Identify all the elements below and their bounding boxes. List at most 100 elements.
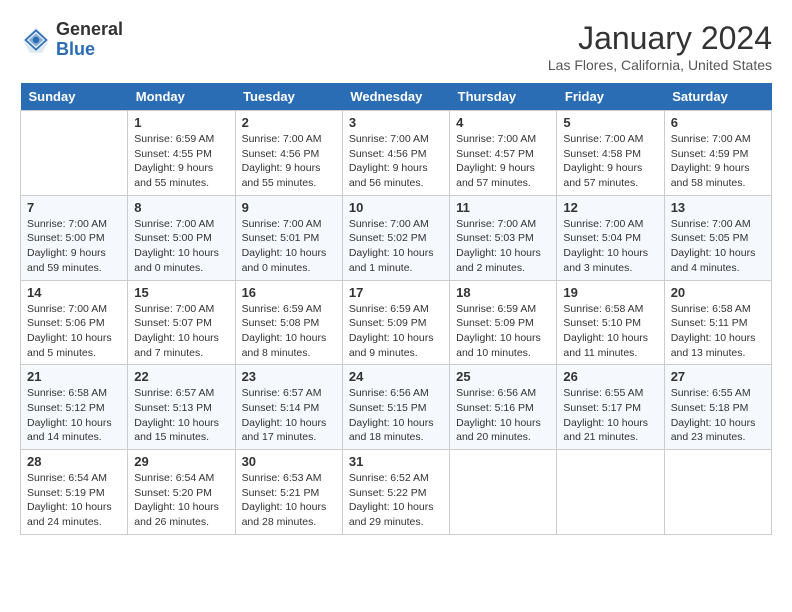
day-cell: [557, 450, 664, 535]
day-number: 29: [134, 454, 228, 469]
day-number: 18: [456, 285, 550, 300]
day-info: Sunrise: 6:59 AMSunset: 4:55 PMDaylight:…: [134, 132, 228, 191]
day-number: 25: [456, 369, 550, 384]
day-cell: 21 Sunrise: 6:58 AMSunset: 5:12 PMDaylig…: [21, 365, 128, 450]
day-info: Sunrise: 6:59 AMSunset: 5:08 PMDaylight:…: [242, 302, 336, 361]
day-cell: 3 Sunrise: 7:00 AMSunset: 4:56 PMDayligh…: [342, 111, 449, 196]
day-cell: 28 Sunrise: 6:54 AMSunset: 5:19 PMDaylig…: [21, 450, 128, 535]
day-number: 28: [27, 454, 121, 469]
day-number: 10: [349, 200, 443, 215]
day-info: Sunrise: 6:52 AMSunset: 5:22 PMDaylight:…: [349, 471, 443, 530]
day-info: Sunrise: 6:54 AMSunset: 5:20 PMDaylight:…: [134, 471, 228, 530]
week-row-1: 1 Sunrise: 6:59 AMSunset: 4:55 PMDayligh…: [21, 111, 772, 196]
day-cell: 7 Sunrise: 7:00 AMSunset: 5:00 PMDayligh…: [21, 195, 128, 280]
day-number: 24: [349, 369, 443, 384]
day-cell: 22 Sunrise: 6:57 AMSunset: 5:13 PMDaylig…: [128, 365, 235, 450]
logo-icon: [20, 24, 52, 56]
calendar-table: SundayMondayTuesdayWednesdayThursdayFrid…: [20, 83, 772, 535]
day-info: Sunrise: 6:54 AMSunset: 5:19 PMDaylight:…: [27, 471, 121, 530]
day-info: Sunrise: 7:00 AMSunset: 4:58 PMDaylight:…: [563, 132, 657, 191]
logo-text: General Blue: [56, 20, 123, 60]
day-cell: 17 Sunrise: 6:59 AMSunset: 5:09 PMDaylig…: [342, 280, 449, 365]
day-info: Sunrise: 7:00 AMSunset: 5:06 PMDaylight:…: [27, 302, 121, 361]
location: Las Flores, California, United States: [548, 57, 772, 73]
page-header: General Blue January 2024 Las Flores, Ca…: [20, 20, 772, 73]
day-info: Sunrise: 7:00 AMSunset: 5:00 PMDaylight:…: [134, 217, 228, 276]
day-info: Sunrise: 7:00 AMSunset: 5:05 PMDaylight:…: [671, 217, 765, 276]
week-row-3: 14 Sunrise: 7:00 AMSunset: 5:06 PMDaylig…: [21, 280, 772, 365]
logo: General Blue: [20, 20, 123, 60]
day-info: Sunrise: 6:53 AMSunset: 5:21 PMDaylight:…: [242, 471, 336, 530]
day-number: 21: [27, 369, 121, 384]
day-number: 1: [134, 115, 228, 130]
day-info: Sunrise: 7:00 AMSunset: 5:01 PMDaylight:…: [242, 217, 336, 276]
day-cell: 18 Sunrise: 6:59 AMSunset: 5:09 PMDaylig…: [450, 280, 557, 365]
day-header-sunday: Sunday: [21, 83, 128, 111]
day-info: Sunrise: 6:58 AMSunset: 5:10 PMDaylight:…: [563, 302, 657, 361]
week-row-4: 21 Sunrise: 6:58 AMSunset: 5:12 PMDaylig…: [21, 365, 772, 450]
day-number: 31: [349, 454, 443, 469]
day-cell: 12 Sunrise: 7:00 AMSunset: 5:04 PMDaylig…: [557, 195, 664, 280]
day-number: 16: [242, 285, 336, 300]
day-info: Sunrise: 7:00 AMSunset: 4:56 PMDaylight:…: [349, 132, 443, 191]
day-cell: 26 Sunrise: 6:55 AMSunset: 5:17 PMDaylig…: [557, 365, 664, 450]
day-info: Sunrise: 6:55 AMSunset: 5:18 PMDaylight:…: [671, 386, 765, 445]
day-cell: 27 Sunrise: 6:55 AMSunset: 5:18 PMDaylig…: [664, 365, 771, 450]
day-number: 8: [134, 200, 228, 215]
day-info: Sunrise: 7:00 AMSunset: 5:03 PMDaylight:…: [456, 217, 550, 276]
day-cell: 16 Sunrise: 6:59 AMSunset: 5:08 PMDaylig…: [235, 280, 342, 365]
week-row-5: 28 Sunrise: 6:54 AMSunset: 5:19 PMDaylig…: [21, 450, 772, 535]
day-number: 23: [242, 369, 336, 384]
day-header-wednesday: Wednesday: [342, 83, 449, 111]
day-number: 26: [563, 369, 657, 384]
day-cell: 6 Sunrise: 7:00 AMSunset: 4:59 PMDayligh…: [664, 111, 771, 196]
day-header-tuesday: Tuesday: [235, 83, 342, 111]
day-number: 14: [27, 285, 121, 300]
day-cell: 25 Sunrise: 6:56 AMSunset: 5:16 PMDaylig…: [450, 365, 557, 450]
day-number: 4: [456, 115, 550, 130]
day-cell: 30 Sunrise: 6:53 AMSunset: 5:21 PMDaylig…: [235, 450, 342, 535]
day-number: 3: [349, 115, 443, 130]
day-info: Sunrise: 6:56 AMSunset: 5:16 PMDaylight:…: [456, 386, 550, 445]
day-info: Sunrise: 7:00 AMSunset: 4:56 PMDaylight:…: [242, 132, 336, 191]
day-info: Sunrise: 6:58 AMSunset: 5:12 PMDaylight:…: [27, 386, 121, 445]
day-cell: 24 Sunrise: 6:56 AMSunset: 5:15 PMDaylig…: [342, 365, 449, 450]
day-info: Sunrise: 7:00 AMSunset: 5:00 PMDaylight:…: [27, 217, 121, 276]
day-info: Sunrise: 6:57 AMSunset: 5:14 PMDaylight:…: [242, 386, 336, 445]
day-cell: 15 Sunrise: 7:00 AMSunset: 5:07 PMDaylig…: [128, 280, 235, 365]
title-block: January 2024 Las Flores, California, Uni…: [548, 20, 772, 73]
day-header-monday: Monday: [128, 83, 235, 111]
day-cell: 20 Sunrise: 6:58 AMSunset: 5:11 PMDaylig…: [664, 280, 771, 365]
day-cell: 5 Sunrise: 7:00 AMSunset: 4:58 PMDayligh…: [557, 111, 664, 196]
day-cell: [21, 111, 128, 196]
day-info: Sunrise: 7:00 AMSunset: 5:04 PMDaylight:…: [563, 217, 657, 276]
day-cell: 31 Sunrise: 6:52 AMSunset: 5:22 PMDaylig…: [342, 450, 449, 535]
day-number: 13: [671, 200, 765, 215]
day-cell: [664, 450, 771, 535]
header-row: SundayMondayTuesdayWednesdayThursdayFrid…: [21, 83, 772, 111]
day-info: Sunrise: 7:00 AMSunset: 5:07 PMDaylight:…: [134, 302, 228, 361]
day-number: 22: [134, 369, 228, 384]
day-number: 5: [563, 115, 657, 130]
day-cell: 2 Sunrise: 7:00 AMSunset: 4:56 PMDayligh…: [235, 111, 342, 196]
day-number: 15: [134, 285, 228, 300]
day-cell: 23 Sunrise: 6:57 AMSunset: 5:14 PMDaylig…: [235, 365, 342, 450]
day-cell: 13 Sunrise: 7:00 AMSunset: 5:05 PMDaylig…: [664, 195, 771, 280]
day-cell: 14 Sunrise: 7:00 AMSunset: 5:06 PMDaylig…: [21, 280, 128, 365]
day-cell: 19 Sunrise: 6:58 AMSunset: 5:10 PMDaylig…: [557, 280, 664, 365]
day-info: Sunrise: 6:58 AMSunset: 5:11 PMDaylight:…: [671, 302, 765, 361]
day-number: 2: [242, 115, 336, 130]
day-cell: 29 Sunrise: 6:54 AMSunset: 5:20 PMDaylig…: [128, 450, 235, 535]
day-number: 7: [27, 200, 121, 215]
day-cell: 8 Sunrise: 7:00 AMSunset: 5:00 PMDayligh…: [128, 195, 235, 280]
month-title: January 2024: [548, 20, 772, 57]
week-row-2: 7 Sunrise: 7:00 AMSunset: 5:00 PMDayligh…: [21, 195, 772, 280]
day-number: 19: [563, 285, 657, 300]
day-header-friday: Friday: [557, 83, 664, 111]
day-number: 17: [349, 285, 443, 300]
day-info: Sunrise: 7:00 AMSunset: 4:57 PMDaylight:…: [456, 132, 550, 191]
day-info: Sunrise: 6:57 AMSunset: 5:13 PMDaylight:…: [134, 386, 228, 445]
day-info: Sunrise: 6:55 AMSunset: 5:17 PMDaylight:…: [563, 386, 657, 445]
day-info: Sunrise: 6:59 AMSunset: 5:09 PMDaylight:…: [349, 302, 443, 361]
day-cell: 4 Sunrise: 7:00 AMSunset: 4:57 PMDayligh…: [450, 111, 557, 196]
